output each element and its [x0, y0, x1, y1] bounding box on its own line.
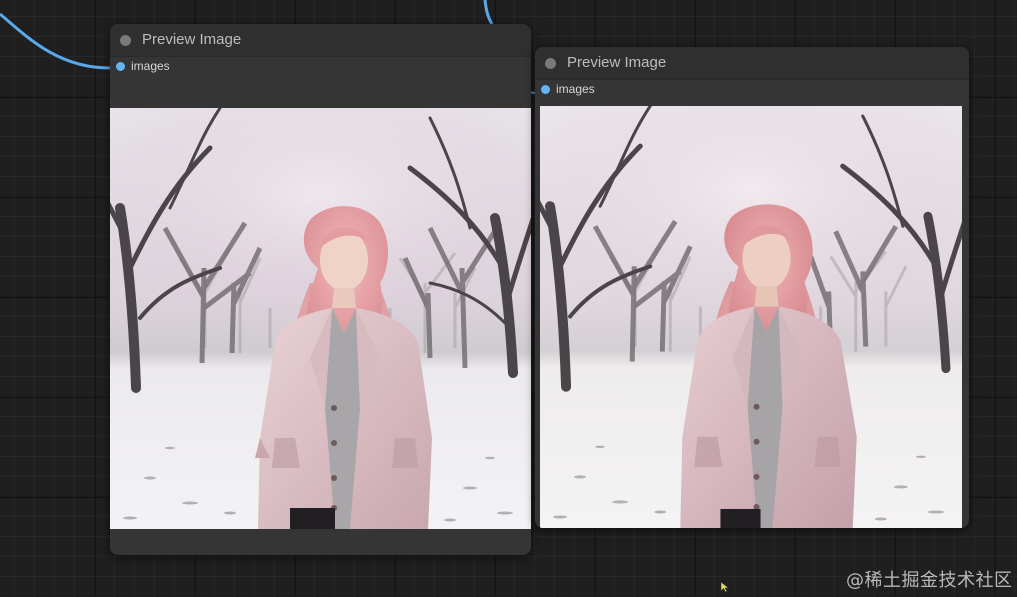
preview-image-node[interactable]: Preview Image images [110, 24, 531, 555]
preview-image-picture [540, 106, 962, 528]
input-slot-dot-icon[interactable] [116, 62, 125, 71]
input-slot-label: images [131, 59, 170, 73]
node-title-bar[interactable]: Preview Image [110, 24, 531, 57]
node-graph-canvas[interactable]: Preview Image images Preview Image image… [0, 0, 1017, 597]
preview-image-picture [110, 108, 531, 529]
collapse-dot-icon[interactable] [120, 35, 131, 46]
collapse-dot-icon[interactable] [545, 58, 556, 69]
link-wire-node-2 [483, 0, 494, 25]
node-title-bar[interactable]: Preview Image [535, 47, 969, 80]
preview-image-node[interactable]: Preview Image images [535, 47, 969, 528]
watermark-text: @稀土掘金技术社区 [846, 570, 1013, 591]
input-slot-images[interactable]: images [535, 79, 969, 101]
input-slot-images[interactable]: images [110, 56, 531, 78]
node-title: Preview Image [567, 54, 667, 71]
link-wire-node-1 [0, 12, 111, 70]
preview-image[interactable] [110, 108, 531, 529]
input-slot-label: images [556, 82, 595, 96]
node-title: Preview Image [142, 31, 242, 48]
input-slot-dot-icon[interactable] [541, 85, 550, 94]
preview-image[interactable] [540, 106, 962, 528]
mouse-cursor-icon [720, 581, 730, 593]
